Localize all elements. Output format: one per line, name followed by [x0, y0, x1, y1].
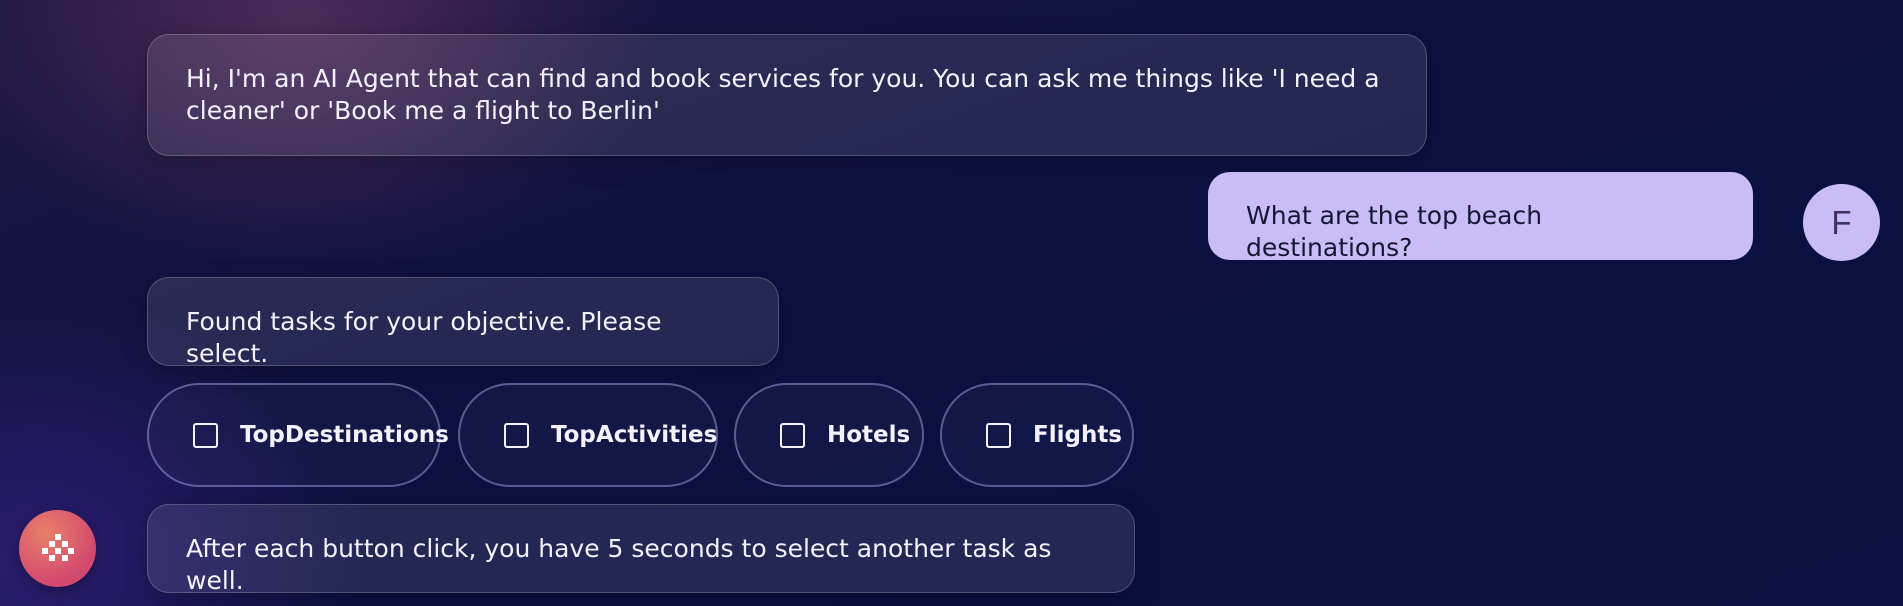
agent-message-intro-text: Hi, I'm an AI Agent that can find and bo… — [186, 64, 1380, 125]
user-message-text: What are the top beach destinations? — [1246, 201, 1543, 262]
user-message: What are the top beach destinations? — [1208, 172, 1753, 262]
checkbox-icon[interactable] — [193, 422, 218, 448]
task-option-flights[interactable]: Flights — [940, 383, 1134, 487]
agent-message-intro: Hi, I'm an AI Agent that can find and bo… — [147, 34, 1427, 156]
agent-message-found: Found tasks for your objective. Please s… — [147, 277, 779, 368]
task-option-label: Flights — [1033, 422, 1123, 448]
task-option-topdestinations[interactable]: TopDestinations — [147, 383, 449, 487]
task-option-label: TopDestinations — [240, 422, 449, 448]
user-avatar-initial: F — [1831, 203, 1852, 241]
checkbox-icon[interactable] — [504, 422, 529, 448]
task-option-label: TopActivities — [551, 422, 718, 448]
assistant-icon — [42, 534, 74, 561]
agent-message-found-text: Found tasks for your objective. Please s… — [186, 307, 662, 368]
task-option-topactivities[interactable]: TopActivities — [458, 383, 718, 487]
checkbox-icon[interactable] — [780, 422, 805, 448]
task-option-hotels[interactable]: Hotels — [734, 383, 924, 487]
assistant-launcher-button[interactable] — [19, 510, 96, 587]
agent-message-hint-text: After each button click, you have 5 seco… — [186, 534, 1052, 595]
checkbox-icon[interactable] — [986, 422, 1011, 448]
agent-message-hint: After each button click, you have 5 seco… — [147, 504, 1135, 595]
task-option-label: Hotels — [827, 422, 911, 448]
user-avatar: F — [1803, 184, 1880, 261]
